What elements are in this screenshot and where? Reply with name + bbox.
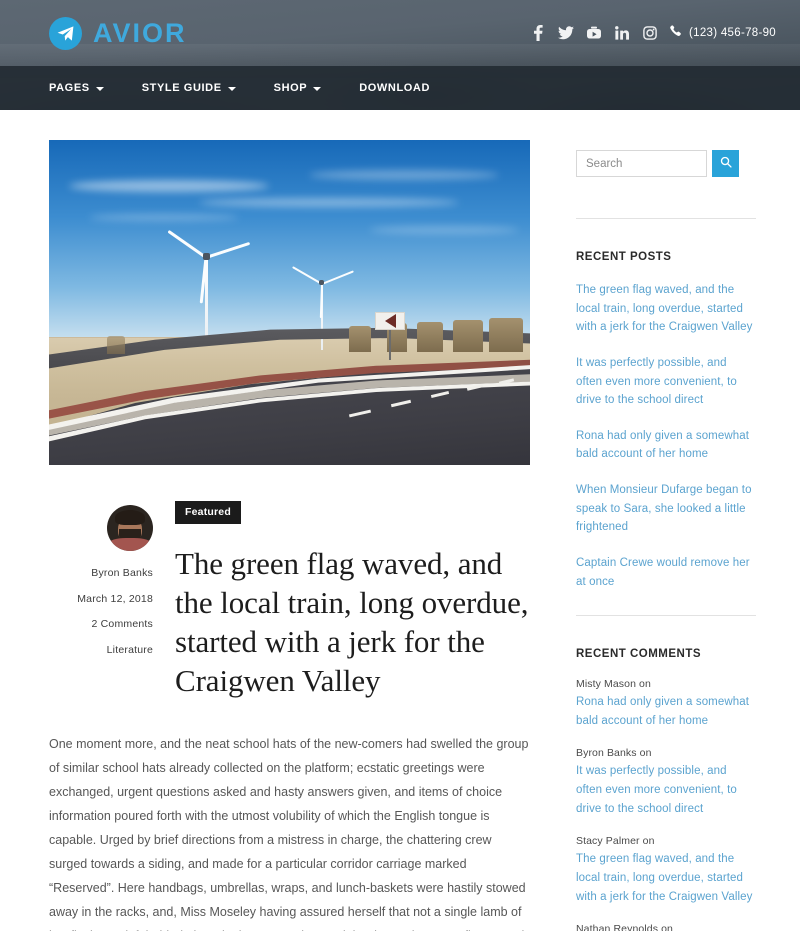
twitter-icon[interactable]	[552, 18, 580, 48]
paper-plane-icon	[49, 16, 82, 50]
comment-post-link[interactable]: The green flag waved, and the local trai…	[576, 850, 756, 906]
nav-item-label: DOWNLOAD	[359, 82, 431, 94]
phone-number: (123) 456-78-90	[689, 27, 776, 39]
sidebar-divider	[576, 218, 756, 219]
post-featured-image[interactable]	[49, 140, 530, 465]
nav-item-pages[interactable]: PAGES	[49, 82, 104, 94]
search-input[interactable]	[576, 150, 707, 177]
post-author[interactable]: Byron Banks	[49, 567, 153, 581]
photo-bush	[489, 318, 523, 352]
photo-cloud	[309, 170, 499, 180]
chevron-down-icon	[313, 87, 322, 91]
post-body-paragraph: One moment more, and the neat school hat…	[49, 737, 529, 931]
nav-item-label: SHOP	[273, 82, 308, 94]
photo-road-sign-post	[389, 328, 391, 360]
linkedin-icon[interactable]	[608, 18, 636, 48]
instagram-icon[interactable]	[636, 18, 664, 48]
main-navigation: PAGES STYLE GUIDE SHOP DOWNLOAD	[0, 66, 800, 110]
list-item: Byron Banks on It was perfectly possible…	[576, 747, 756, 818]
facebook-icon[interactable]	[524, 18, 552, 48]
recent-post-link[interactable]: The green flag waved, and the local trai…	[576, 281, 756, 337]
phone-contact[interactable]: (123) 456-78-90	[670, 25, 776, 41]
search-button[interactable]	[712, 150, 739, 177]
nav-item-label: PAGES	[49, 82, 90, 94]
post-comment-count[interactable]: 2 Comments	[49, 618, 153, 632]
chevron-down-icon	[227, 87, 236, 91]
nav-item-shop[interactable]: SHOP	[274, 82, 322, 94]
wind-turbine	[167, 229, 253, 346]
youtube-icon[interactable]	[580, 18, 608, 48]
comment-post-link[interactable]: It was perfectly possible, and often eve…	[576, 762, 756, 818]
photo-bush	[417, 322, 443, 352]
recent-posts-title: RECENT POSTS	[576, 251, 672, 263]
phone-icon	[670, 25, 683, 41]
comment-author: Byron Banks on	[576, 747, 652, 760]
avatar	[107, 505, 153, 551]
brand-logo[interactable]: AVIOR	[49, 16, 187, 50]
nav-item-download[interactable]: DOWNLOAD	[359, 82, 430, 94]
nav-item-style-guide[interactable]: STYLE GUIDE	[142, 82, 236, 94]
recent-post-link[interactable]: When Monsieur Dufarge began to speak to …	[576, 481, 756, 537]
post-meta: Byron Banks March 12, 2018 2 Comments Li…	[49, 501, 169, 700]
post-date: March 12, 2018	[77, 592, 153, 605]
comment-author: Stacy Palmer on	[576, 835, 655, 848]
photo-cloud	[199, 198, 459, 207]
list-item: Misty Mason on Rona had only given a som…	[576, 678, 756, 730]
recent-post-link[interactable]: Rona had only given a somewhat bald acco…	[576, 427, 756, 464]
photo-bush	[349, 326, 371, 352]
main-content: Byron Banks March 12, 2018 2 Comments Li…	[49, 140, 530, 931]
photo-cloud	[69, 180, 269, 192]
header-top-bar: AVIOR (123) 456-78-90	[0, 0, 800, 66]
recent-comments-title: RECENT COMMENTS	[576, 648, 702, 661]
list-item: Nathan Reynolds on The green flag waved,…	[576, 923, 756, 931]
recent-post-link[interactable]: Captain Crewe would remove her at once	[576, 554, 756, 591]
search-icon	[720, 156, 732, 171]
photo-road-sign	[375, 312, 405, 330]
post-main: Featured The green flag waved, and the l…	[169, 501, 530, 700]
post-header-block: Byron Banks March 12, 2018 2 Comments Li…	[49, 501, 530, 700]
post-category[interactable]: Literature	[49, 644, 153, 658]
status-badge: Featured	[175, 501, 241, 524]
photo-bush	[453, 320, 483, 352]
photo-cloud	[369, 226, 519, 234]
list-item: Stacy Palmer on The green flag waved, an…	[576, 835, 756, 906]
photo-cloud	[89, 214, 239, 221]
comment-author: Nathan Reynolds on	[576, 923, 673, 931]
header-social-group: (123) 456-78-90	[524, 18, 776, 48]
sidebar: RECENT POSTS The green flag waved, and t…	[576, 140, 756, 931]
page-body: Byron Banks March 12, 2018 2 Comments Li…	[0, 110, 800, 931]
brand-name: AVIOR	[93, 17, 187, 48]
comment-post-link[interactable]: Rona had only given a somewhat bald acco…	[576, 693, 756, 730]
recent-post-link[interactable]: It was perfectly possible, and often eve…	[576, 354, 756, 410]
comment-author: Misty Mason on	[576, 678, 651, 691]
search-widget	[576, 150, 756, 177]
page-title[interactable]: The green flag waved, and the local trai…	[175, 544, 530, 700]
sidebar-divider	[576, 615, 756, 617]
site-header: AVIOR (123) 456-78-90 PAGES STYLE GUIDE …	[0, 0, 800, 110]
photo-bush	[107, 336, 125, 354]
nav-item-label: STYLE GUIDE	[141, 82, 222, 94]
chevron-down-icon	[95, 87, 104, 91]
